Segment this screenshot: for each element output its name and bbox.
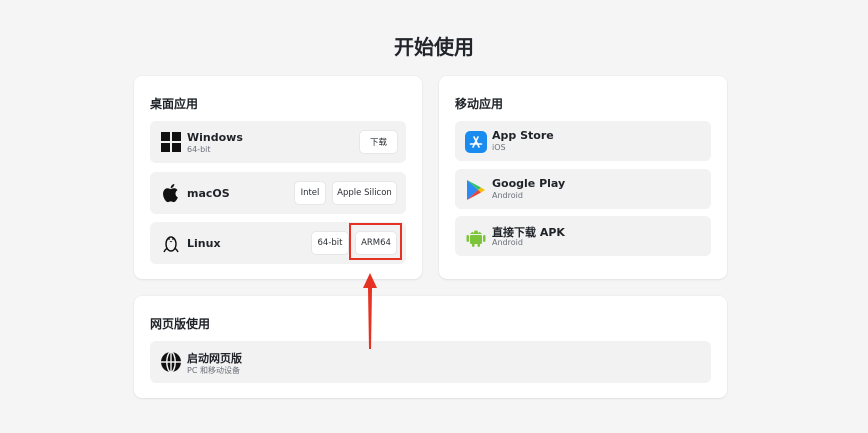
mobile-apps-card: 移动应用 App Store iOS Google Play Android 直…: [439, 76, 727, 279]
macos-apple-silicon-button[interactable]: Apple Silicon: [332, 181, 397, 205]
windows-download-button[interactable]: 下载: [359, 130, 398, 154]
apk-sub: Android: [492, 238, 523, 247]
app-store-icon: [464, 130, 488, 154]
app-store-row[interactable]: App Store iOS: [455, 121, 711, 161]
annotation-arrow: [363, 273, 377, 349]
windows-row: Windows 64-bit 下载: [150, 121, 406, 163]
windows-sub: 64-bit: [187, 145, 211, 154]
linux-name: Linux: [187, 237, 221, 250]
web-launch-row[interactable]: 启动网页版 PC 和移动设备: [150, 341, 711, 383]
app-store-sub: iOS: [492, 143, 506, 152]
globe-icon: [159, 350, 183, 374]
google-play-name: Google Play: [492, 177, 566, 190]
app-store-name: App Store: [492, 129, 554, 142]
google-play-icon: [464, 178, 488, 202]
page-title: 开始使用: [394, 35, 474, 59]
arm64-highlight-box: [349, 223, 402, 260]
android-icon: [464, 225, 488, 249]
apk-row[interactable]: 直接下载 APK Android: [455, 216, 711, 256]
apple-icon: [159, 181, 183, 205]
web-launch-name: 启动网页版: [187, 352, 242, 365]
macos-intel-button[interactable]: Intel: [294, 181, 326, 205]
windows-icon: [159, 130, 183, 154]
web-title: 网页版使用: [150, 317, 211, 331]
macos-row: macOS Intel Apple Silicon: [150, 172, 406, 214]
desktop-apps-title: 桌面应用: [150, 97, 199, 111]
google-play-row[interactable]: Google Play Android: [455, 169, 711, 209]
windows-name: Windows: [187, 131, 243, 144]
mobile-apps-title: 移动应用: [455, 97, 504, 111]
linux-icon: [159, 231, 183, 255]
linux-64bit-button[interactable]: 64-bit: [311, 231, 349, 255]
google-play-sub: Android: [492, 191, 523, 200]
web-launch-sub: PC 和移动设备: [187, 366, 240, 375]
web-card: 网页版使用 启动网页版 PC 和移动设备: [134, 296, 727, 398]
macos-name: macOS: [187, 187, 230, 200]
